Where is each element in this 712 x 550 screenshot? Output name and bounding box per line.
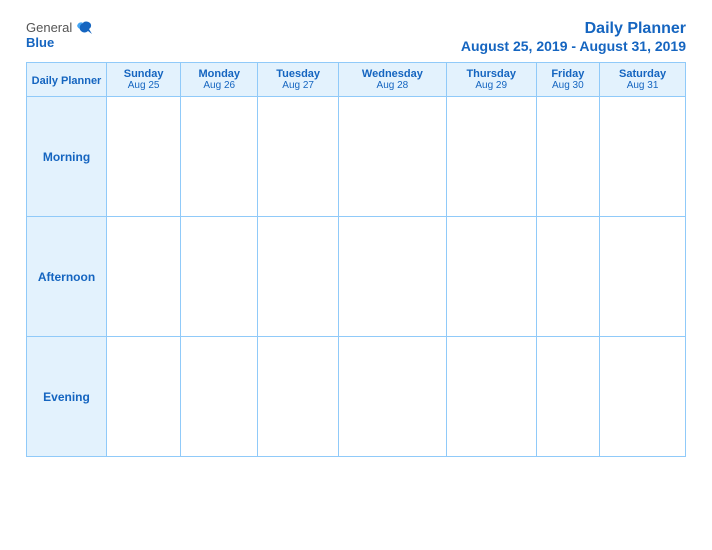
table-header-friday: Friday Aug 30 [536,63,600,97]
logo-general: General [26,20,72,35]
evening-tuesday-cell[interactable] [258,337,339,457]
logo-text: General [26,20,92,35]
evening-thursday-cell[interactable] [446,337,536,457]
afternoon-friday-cell[interactable] [536,217,600,337]
wednesday-label: Wednesday [342,68,443,80]
evening-wednesday-cell[interactable] [338,337,446,457]
logo-area: General Blue [26,20,92,50]
friday-date: Aug 30 [540,80,597,91]
afternoon-saturday-cell[interactable] [600,217,686,337]
tuesday-date: Aug 27 [261,80,335,91]
morning-friday-cell[interactable] [536,97,600,217]
title-area: Daily Planner August 25, 2019 - August 3… [461,20,686,54]
evening-label-cell: Evening [27,337,107,457]
sunday-label: Sunday [110,68,177,80]
afternoon-wednesday-cell[interactable] [338,217,446,337]
header: General Blue Daily Planner August 25, 20… [26,20,686,54]
evening-saturday-cell[interactable] [600,337,686,457]
saturday-label: Saturday [603,68,682,80]
morning-monday-cell[interactable] [181,97,258,217]
evening-sunday-cell[interactable] [107,337,181,457]
table-header-wednesday: Wednesday Aug 28 [338,63,446,97]
table-header-thursday: Thursday Aug 29 [446,63,536,97]
afternoon-sunday-cell[interactable] [107,217,181,337]
table-header-saturday: Saturday Aug 31 [600,63,686,97]
evening-monday-cell[interactable] [181,337,258,457]
table-header-label-cell: Daily Planner [27,63,107,97]
wednesday-date: Aug 28 [342,80,443,91]
saturday-date: Aug 31 [603,80,682,91]
morning-thursday-cell[interactable] [446,97,536,217]
logo-bird-icon [74,21,92,35]
title-sub: August 25, 2019 - August 31, 2019 [461,38,686,54]
evening-friday-cell[interactable] [536,337,600,457]
afternoon-tuesday-cell[interactable] [258,217,339,337]
sunday-date: Aug 25 [110,80,177,91]
thursday-label: Thursday [450,68,533,80]
afternoon-monday-cell[interactable] [181,217,258,337]
tuesday-label: Tuesday [261,68,335,80]
table-header-row: Daily Planner Sunday Aug 25 Monday Aug 2… [27,63,686,97]
morning-tuesday-cell[interactable] [258,97,339,217]
monday-label: Monday [184,68,254,80]
logo-blue: Blue [26,35,54,50]
thursday-date: Aug 29 [450,80,533,91]
table-header-tuesday: Tuesday Aug 27 [258,63,339,97]
morning-wednesday-cell[interactable] [338,97,446,217]
table-row-morning: Morning [27,97,686,217]
table-row-afternoon: Afternoon [27,217,686,337]
title-main: Daily Planner [461,20,686,38]
page: General Blue Daily Planner August 25, 20… [11,10,701,540]
afternoon-label-cell: Afternoon [27,217,107,337]
table-row-evening: Evening [27,337,686,457]
morning-saturday-cell[interactable] [600,97,686,217]
friday-label: Friday [540,68,597,80]
header-daily-planner-label: Daily Planner [32,75,102,87]
afternoon-thursday-cell[interactable] [446,217,536,337]
calendar-table: Daily Planner Sunday Aug 25 Monday Aug 2… [26,62,686,457]
table-header-sunday: Sunday Aug 25 [107,63,181,97]
morning-sunday-cell[interactable] [107,97,181,217]
morning-label-cell: Morning [27,97,107,217]
table-header-monday: Monday Aug 26 [181,63,258,97]
monday-date: Aug 26 [184,80,254,91]
